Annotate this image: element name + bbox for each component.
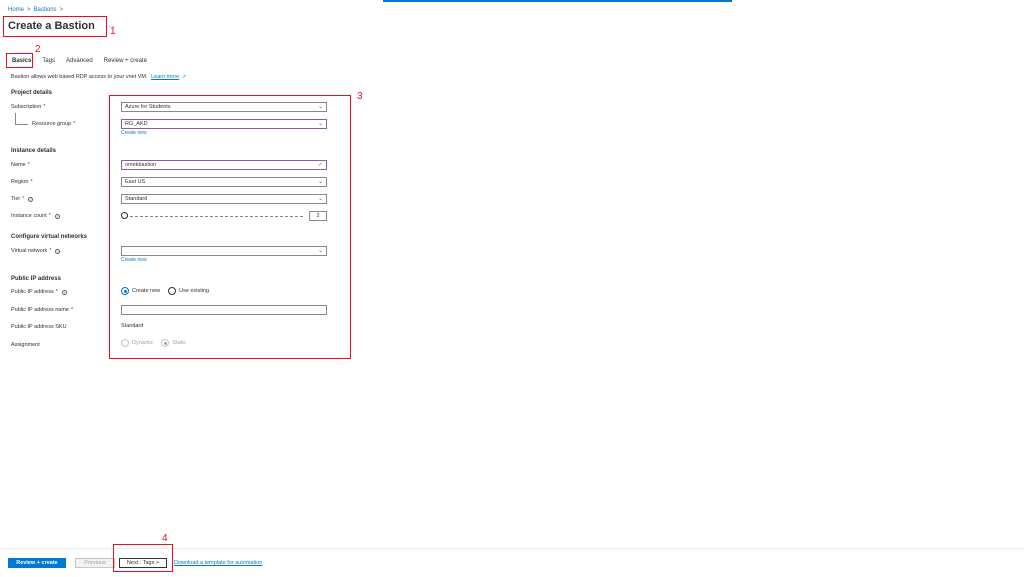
tab-tags[interactable]: Tags [42, 58, 55, 67]
breadcrumb: Home > Bastions > [8, 7, 63, 13]
assignment-label-text: Assignment [11, 342, 40, 348]
info-icon[interactable]: i [28, 196, 34, 202]
tree-connector-line [15, 113, 16, 124]
previous-button[interactable]: Previous [75, 558, 115, 568]
tier-label-text: Tier [11, 196, 21, 202]
subscription-label: Subscription * [11, 104, 45, 110]
callout-box-2 [6, 53, 33, 68]
subscription-label-text: Subscription [11, 104, 42, 110]
review-create-button[interactable]: Review + create [8, 558, 66, 568]
resource-group-label: Resource group * [32, 121, 75, 127]
public-ip-name-label: Public IP address name * [11, 307, 73, 313]
required-marker: * [30, 179, 33, 185]
required-marker: * [55, 289, 58, 295]
name-label: Name * [11, 162, 30, 168]
breadcrumb-bastions[interactable]: Bastions [34, 7, 57, 13]
required-marker: * [27, 162, 30, 168]
required-marker: * [22, 196, 25, 202]
callout-number-2: 2 [35, 44, 41, 55]
required-marker: * [71, 307, 74, 313]
assignment-label: Assignment [11, 342, 40, 348]
virtual-network-label: Virtual network * i [11, 248, 61, 254]
section-virtual-networks: Configure virtual networks [11, 234, 88, 240]
public-ip-name-label-text: Public IP address name [11, 307, 69, 313]
learn-more-link[interactable]: Learn more [151, 74, 179, 80]
name-label-text: Name [11, 162, 26, 168]
intro-text: Bastion allows web based RDP access to y… [11, 74, 186, 80]
virtual-network-label-text: Virtual network [11, 248, 48, 254]
callout-box-1 [3, 16, 107, 37]
region-label-text: Region [11, 179, 29, 185]
section-project-details: Project details [11, 90, 53, 96]
required-marker: * [43, 104, 46, 110]
tier-label: Tier * i [11, 196, 34, 202]
info-icon[interactable]: i [54, 213, 60, 219]
callout-number-3: 3 [357, 91, 363, 102]
public-ip-sku-label-text: Public IP address SKU [11, 324, 67, 330]
info-icon[interactable]: i [61, 289, 67, 295]
external-link-icon: ↗ [181, 74, 186, 80]
callout-box-3 [109, 95, 351, 359]
section-public-ip: Public IP address [11, 276, 61, 282]
region-label: Region * [11, 179, 33, 185]
public-ip-label: Public IP address * i [11, 289, 67, 295]
intro-description: Bastion allows web based RDP access to y… [11, 74, 148, 80]
breadcrumb-separator: > [59, 7, 64, 13]
tab-advanced[interactable]: Advanced [66, 58, 93, 67]
callout-box-4 [113, 544, 173, 572]
section-instance-details: Instance details [11, 148, 57, 154]
download-template-link[interactable]: Download a template for automation [174, 560, 262, 566]
tab-review-create[interactable]: Review + create [104, 58, 147, 67]
callout-number-4: 4 [162, 533, 168, 544]
required-marker: * [49, 248, 52, 254]
loading-progress-bar [383, 0, 732, 2]
breadcrumb-home[interactable]: Home [8, 7, 24, 13]
required-marker: * [48, 213, 51, 219]
tree-connector-line [15, 124, 28, 125]
public-ip-label-text: Public IP address [11, 289, 54, 295]
breadcrumb-separator: > [27, 7, 31, 13]
instance-count-label-text: Instance count [11, 213, 47, 219]
callout-number-1: 1 [110, 26, 116, 37]
resource-group-label-text: Resource group [32, 121, 72, 127]
required-marker: * [73, 121, 76, 127]
info-icon[interactable]: i [55, 248, 61, 254]
instance-count-label: Instance count * i [11, 213, 60, 219]
public-ip-sku-label: Public IP address SKU [11, 324, 67, 330]
